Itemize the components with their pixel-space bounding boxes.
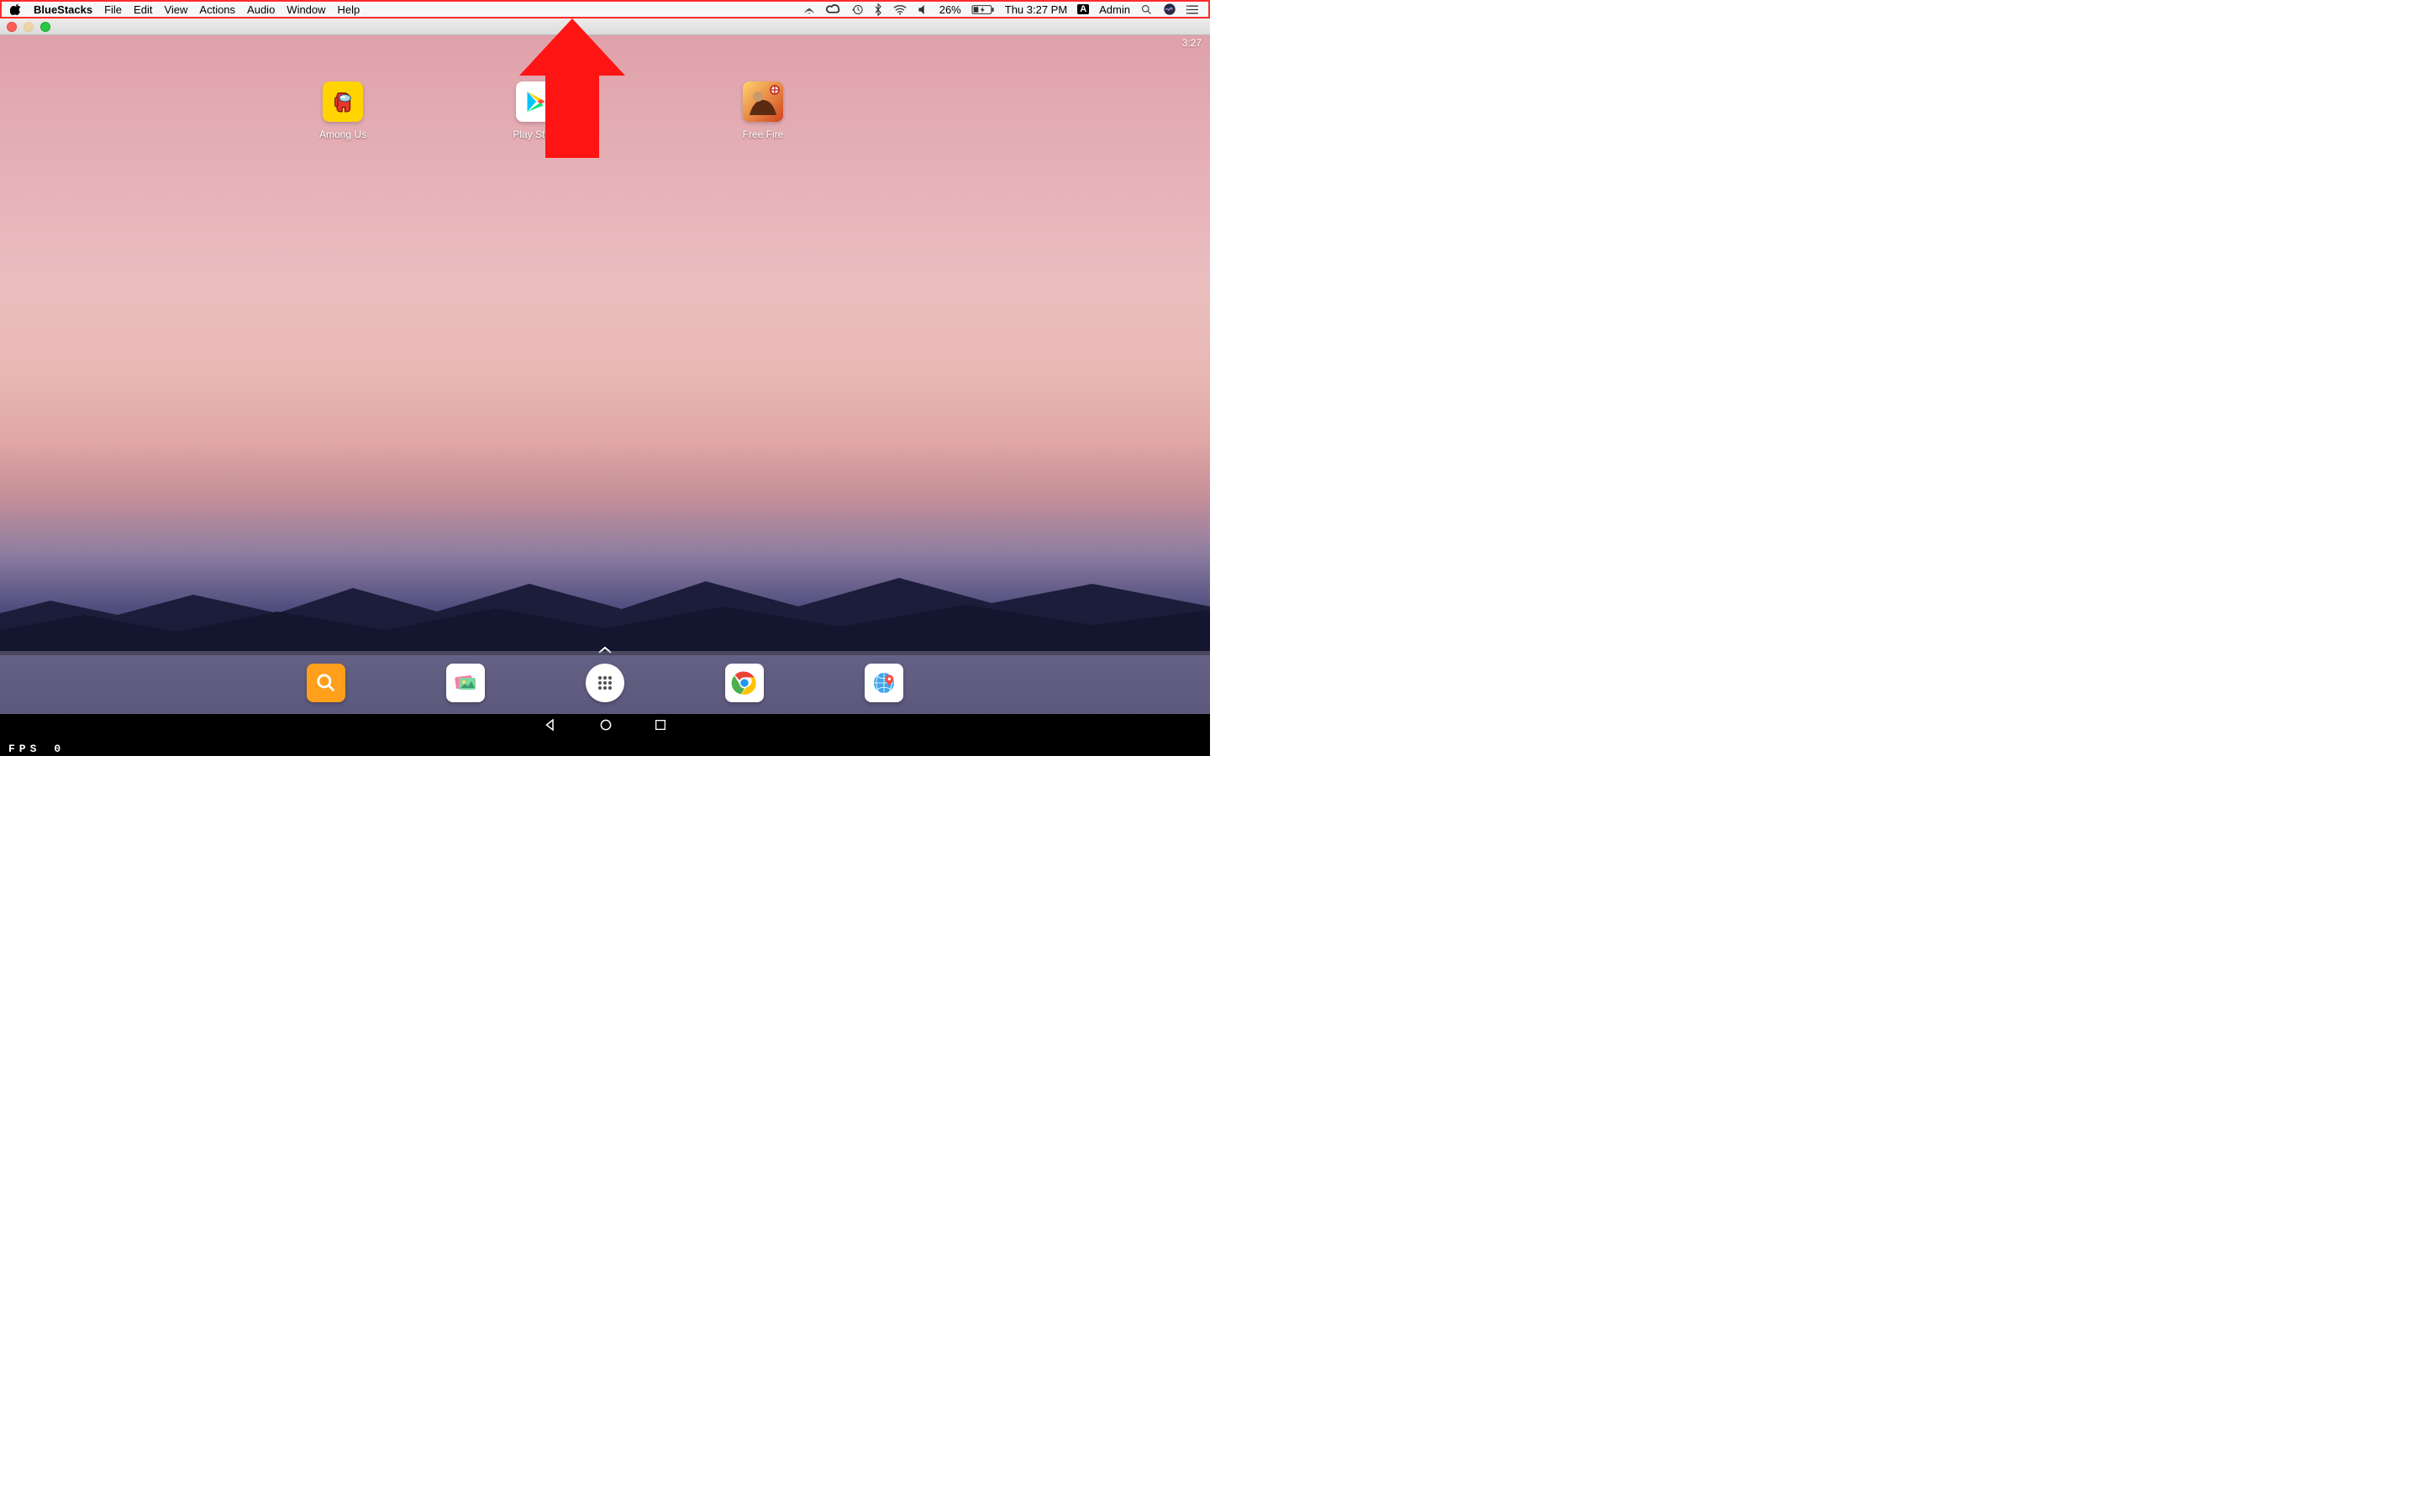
menu-help[interactable]: Help <box>338 3 360 16</box>
close-button[interactable] <box>7 22 17 32</box>
menu-audio[interactable]: Audio <box>247 3 275 16</box>
menu-user[interactable]: Admin <box>1099 3 1130 16</box>
apple-icon[interactable] <box>10 3 22 15</box>
menu-view[interactable]: View <box>164 3 187 16</box>
battery-icon[interactable] <box>971 4 995 15</box>
traffic-lights <box>7 22 50 32</box>
keyboard-input-icon[interactable]: A <box>1077 4 1089 14</box>
bluetooth-icon[interactable] <box>874 3 882 16</box>
screen-root: BlueStacks File Edit View Actions Audio … <box>0 0 1210 756</box>
nav-recents-icon[interactable] <box>654 718 667 732</box>
android-navbar <box>0 714 1210 735</box>
airdrop-icon[interactable]: H <box>802 3 816 15</box>
dock-app-drawer[interactable] <box>586 664 624 702</box>
dock-chrome[interactable] <box>725 664 764 702</box>
android-status-time: 3:27 <box>1182 37 1202 49</box>
app-free-fire[interactable]: Free Fire <box>729 81 797 140</box>
minimize-button[interactable] <box>24 22 34 32</box>
macos-menubar: BlueStacks File Edit View Actions Audio … <box>0 0 1210 18</box>
notification-center-icon[interactable] <box>1186 4 1200 15</box>
wifi-icon[interactable] <box>892 4 908 15</box>
volume-icon[interactable] <box>918 4 929 15</box>
dock-search[interactable] <box>307 664 345 702</box>
menu-actions[interactable]: Actions <box>199 3 235 16</box>
menu-file[interactable]: File <box>104 3 122 16</box>
app-among-us[interactable]: Among Us <box>309 81 376 140</box>
spotlight-icon[interactable] <box>1140 3 1153 16</box>
app-label: Among Us <box>319 129 366 140</box>
android-dock <box>0 651 1210 714</box>
nav-home-icon[interactable] <box>598 717 613 732</box>
menu-edit[interactable]: Edit <box>134 3 152 16</box>
menu-window[interactable]: Window <box>287 3 325 16</box>
annotation-arrow <box>519 18 625 158</box>
fps-counter: FPS0 <box>8 743 60 754</box>
fullscreen-button[interactable] <box>40 22 50 32</box>
battery-percent[interactable]: 26% <box>939 3 961 16</box>
time-machine-icon[interactable] <box>851 3 864 16</box>
app-label: Free Fire <box>743 129 784 140</box>
creative-cloud-icon[interactable] <box>826 3 841 15</box>
menu-clock[interactable]: Thu 3:27 PM <box>1005 3 1067 16</box>
dock-map[interactable] <box>865 664 903 702</box>
dock-gallery[interactable] <box>446 664 485 702</box>
svg-text:H: H <box>808 11 810 15</box>
menu-app-name[interactable]: BlueStacks <box>34 3 92 16</box>
bottom-bar <box>0 735 1210 756</box>
siri-icon[interactable] <box>1163 3 1176 16</box>
nav-back-icon[interactable] <box>543 717 558 732</box>
